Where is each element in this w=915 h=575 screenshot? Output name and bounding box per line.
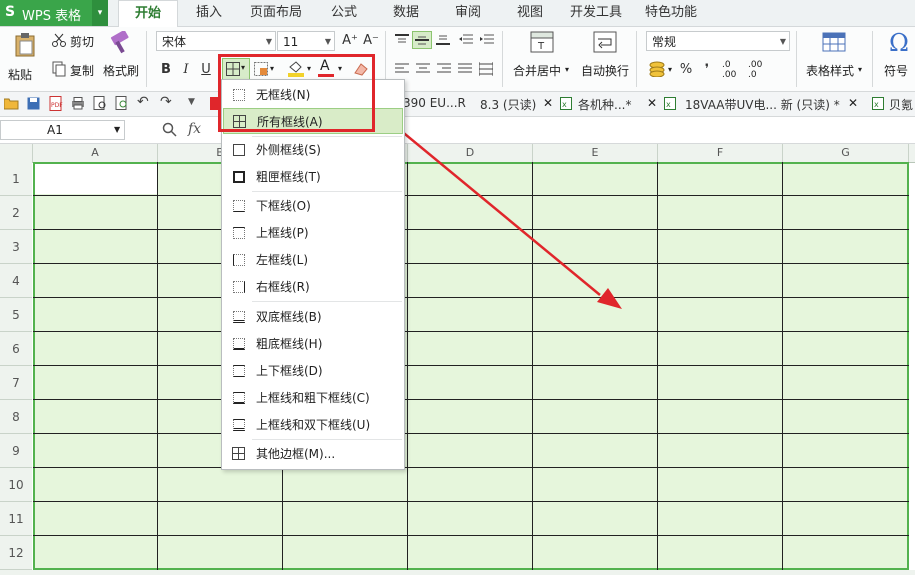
menu-separator <box>252 191 402 192</box>
right-border-icon <box>233 281 245 293</box>
menu-item-thick-bottom-border[interactable]: 粗底框线(H) <box>223 331 403 357</box>
top-bottom-border-icon <box>233 365 245 377</box>
outside-border-icon <box>233 144 245 156</box>
annotation-highlight-box <box>218 54 375 132</box>
double-bottom-border-icon <box>233 311 245 323</box>
menu-separator <box>252 301 402 302</box>
bottom-border-icon <box>233 200 245 212</box>
menu-item-right-border[interactable]: 右框线(R) <box>223 274 403 300</box>
menu-item-double-bottom-border[interactable]: 双底框线(B) <box>223 304 403 330</box>
top-double-bottom-border-icon <box>233 419 245 431</box>
menu-item-thick-box-border[interactable]: 粗匣框线(T) <box>223 164 403 190</box>
thick-bottom-border-icon <box>233 338 245 350</box>
top-thick-bottom-border-icon <box>233 392 245 404</box>
menu-item-top-thick-bottom-border[interactable]: 上框线和粗下框线(C) <box>223 385 403 411</box>
menu-item-more-borders[interactable]: 其他边框(M)... <box>223 441 403 467</box>
menu-separator <box>252 439 402 440</box>
menu-item-outside-borders[interactable]: 外侧框线(S) <box>223 137 403 163</box>
more-borders-icon <box>232 447 245 460</box>
annotation-arrow <box>370 105 622 309</box>
borders-dropdown-menu: 无框线(N) 所有框线(A) 外侧框线(S) 粗匣框线(T) 下框线(O) 上框… <box>221 79 405 470</box>
menu-item-bottom-border[interactable]: 下框线(O) <box>223 193 403 219</box>
menu-item-top-bottom-border[interactable]: 上下框线(D) <box>223 358 403 384</box>
menu-item-left-border[interactable]: 左框线(L) <box>223 247 403 273</box>
menu-item-top-double-bottom-border[interactable]: 上框线和双下框线(U) <box>223 412 403 438</box>
menu-item-top-border[interactable]: 上框线(P) <box>223 220 403 246</box>
thick-box-border-icon <box>233 171 245 183</box>
top-border-icon <box>233 227 245 239</box>
left-border-icon <box>233 254 245 266</box>
